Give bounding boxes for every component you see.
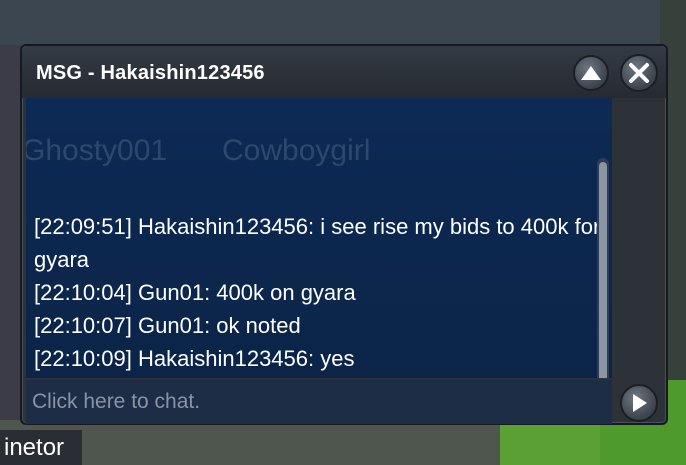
message-list: [22:09:51] Hakaishin123456: i see rise m…: [34, 210, 606, 375]
chat-scrollbar[interactable]: [597, 158, 609, 378]
chat-title: MSG - Hakaishin123456: [36, 62, 265, 84]
chat-message: [22:10:07] Gun01: ok noted: [34, 313, 301, 338]
chat-message: [22:10:04] Gun01: 400k on gyara: [34, 280, 356, 305]
background-player-name: Ghosty001: [26, 134, 168, 167]
chat-window[interactable]: MSG - Hakaishin123456 Ghosty001 Cowboygi…: [20, 44, 668, 425]
chat-titlebar[interactable]: MSG - Hakaishin123456: [22, 46, 666, 98]
chat-log[interactable]: Ghosty001 Cowboygirl [22:09:51] Hakaishi…: [26, 98, 612, 378]
scroll-thumb[interactable]: [599, 162, 607, 378]
close-icon: [629, 63, 649, 83]
chat-input-placeholder: Click here to chat.: [32, 390, 201, 413]
chat-message: [22:10:09] Hakaishin123456: yes: [34, 346, 355, 371]
send-button[interactable]: [620, 384, 658, 422]
player-name-tag: inetor: [0, 430, 82, 465]
map-top-strip: [0, 0, 686, 45]
chat-input[interactable]: Click here to chat.: [26, 380, 612, 424]
arrow-right-icon: [633, 394, 647, 412]
chevron-up-icon: [581, 66, 601, 80]
chat-message: [22:09:51] Hakaishin123456: i see rise m…: [34, 214, 601, 272]
background-player-name: Cowboygirl: [222, 134, 371, 167]
close-button[interactable]: [620, 54, 658, 92]
minimize-button[interactable]: [573, 55, 609, 91]
